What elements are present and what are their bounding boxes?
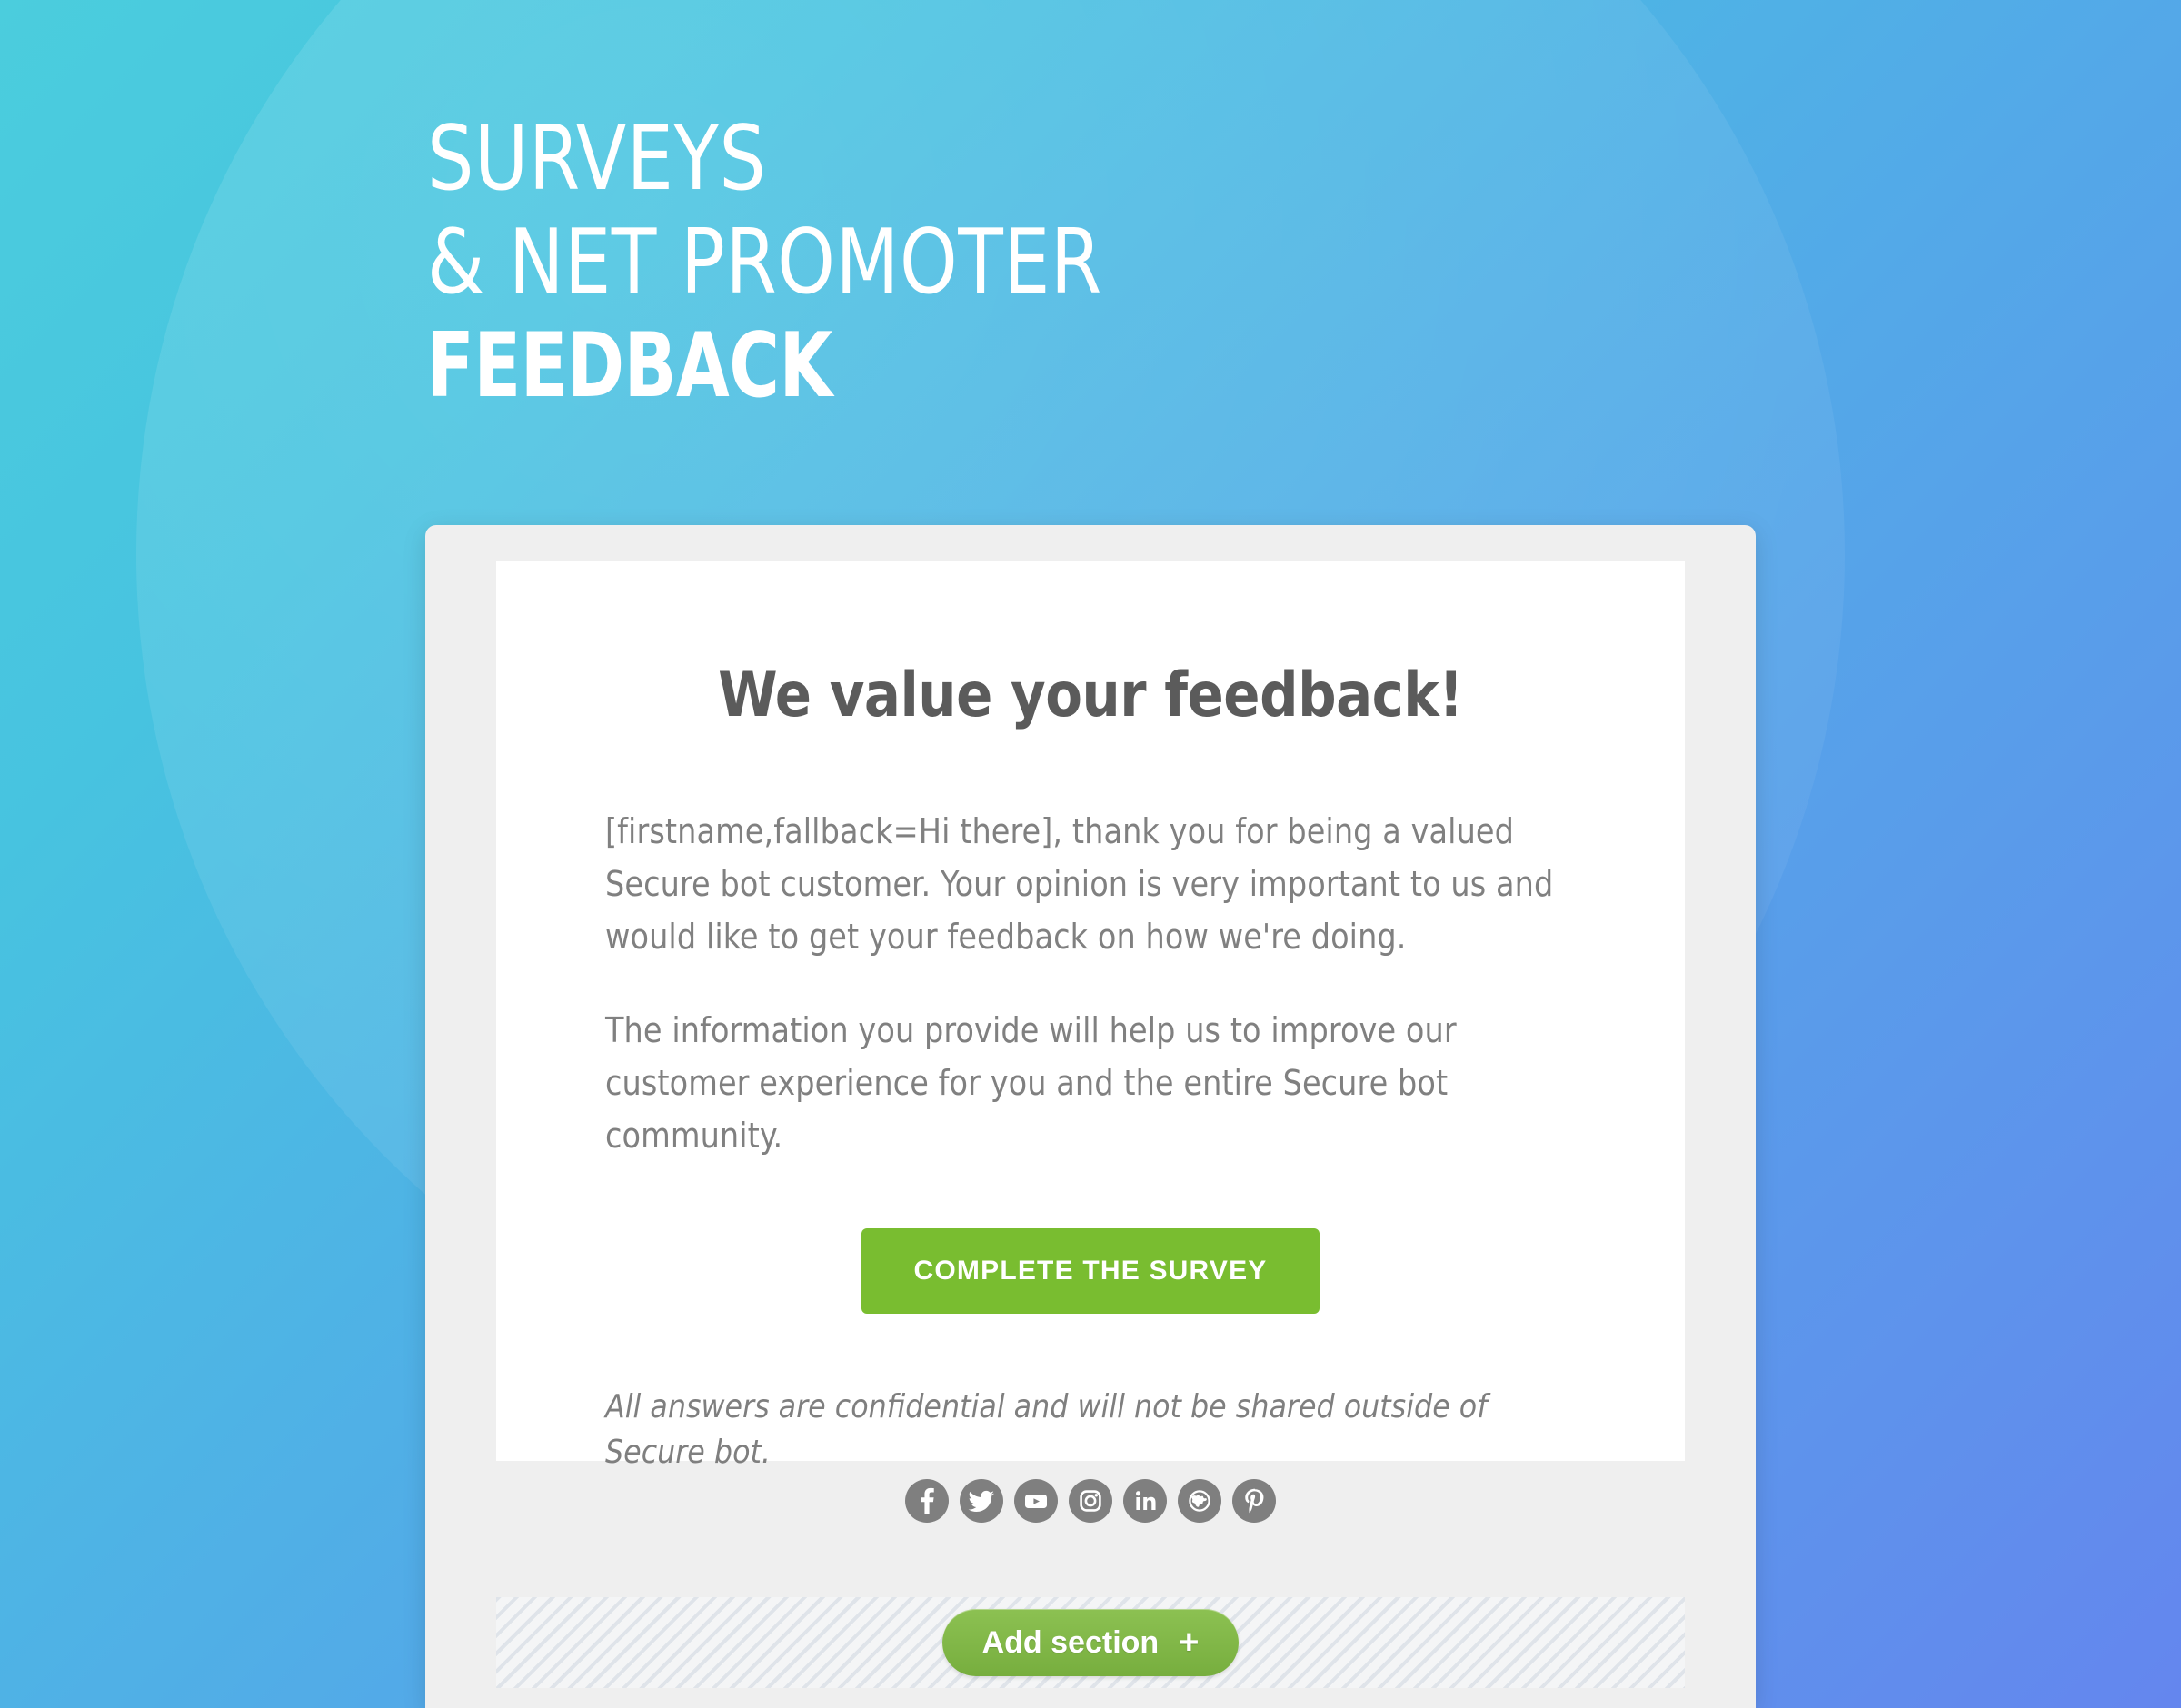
add-section-dropzone[interactable]: Add section + — [496, 1597, 1685, 1688]
add-section-button[interactable]: Add section + — [941, 1609, 1240, 1676]
add-section-label: Add section — [981, 1625, 1160, 1660]
email-panel: We value your feedback! [firstname,fallb… — [425, 525, 1756, 1708]
body-paragraph-1: [firstname,fallback=Hi there], thank you… — [605, 811, 1554, 957]
hero-line-3: FEEDBACK — [427, 314, 832, 418]
card-body: [firstname,fallback=Hi there], thank you… — [496, 806, 1685, 1314]
confidentiality-disclaimer: All answers are confidential and will no… — [605, 1387, 1488, 1471]
plus-icon: + — [1179, 1624, 1200, 1662]
facebook-icon[interactable] — [905, 1479, 949, 1523]
hero-heading: SURVEYS & NET PROMOTER FEEDBACK — [427, 114, 1160, 411]
linkedin-icon[interactable] — [1123, 1479, 1167, 1523]
hero-line-1: SURVEYS — [427, 107, 767, 211]
social-links-row — [496, 1479, 1685, 1523]
cta-container: COMPLETE THE SURVEY — [605, 1227, 1576, 1314]
email-builder-canvas: SURVEYS & NET PROMOTER FEEDBACK We value… — [0, 0, 2181, 1708]
pinterest-icon[interactable] — [1232, 1479, 1276, 1523]
twitter-icon[interactable] — [960, 1479, 1003, 1523]
page-title: We value your feedback! — [718, 660, 1463, 731]
youtube-icon[interactable] — [1014, 1479, 1058, 1523]
website-globe-icon[interactable] — [1178, 1479, 1221, 1523]
body-paragraph-2: The information you provide will help us… — [605, 1010, 1457, 1156]
hero-line-2: & NET PROMOTER — [427, 211, 1102, 314]
email-content-card[interactable]: We value your feedback! [firstname,fallb… — [496, 561, 1685, 1471]
complete-survey-button[interactable]: COMPLETE THE SURVEY — [861, 1227, 1320, 1314]
instagram-icon[interactable] — [1069, 1479, 1112, 1523]
